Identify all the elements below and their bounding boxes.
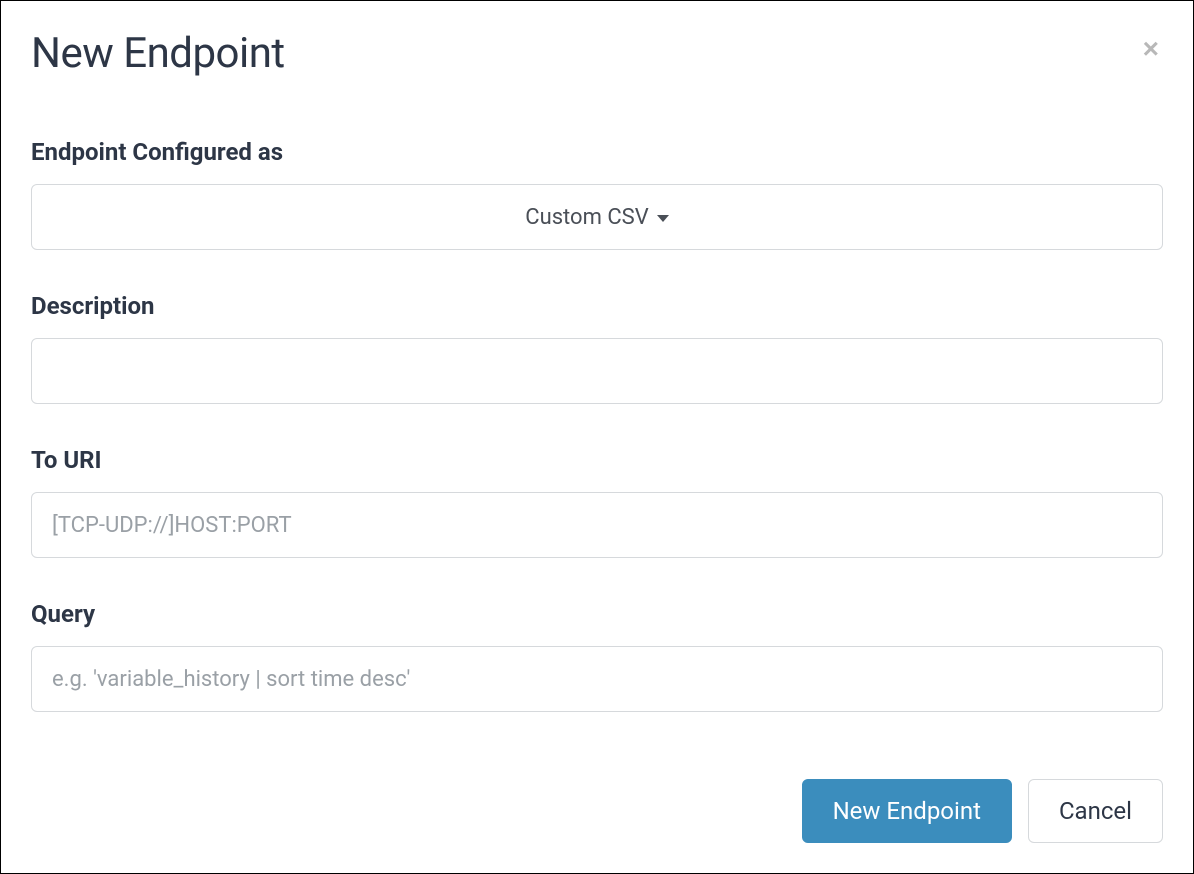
modal-title: New Endpoint [31, 29, 285, 78]
to-uri-group: To URI [31, 446, 1163, 558]
description-label: Description [31, 292, 1163, 320]
close-button[interactable]: × [1139, 35, 1163, 63]
new-endpoint-modal: New Endpoint × Endpoint Configured as Cu… [0, 0, 1194, 874]
modal-header: New Endpoint × [31, 29, 1163, 78]
description-input[interactable] [31, 338, 1163, 404]
new-endpoint-button[interactable]: New Endpoint [802, 779, 1012, 843]
cancel-button[interactable]: Cancel [1028, 779, 1163, 843]
to-uri-label: To URI [31, 446, 1163, 474]
configured-as-label: Endpoint Configured as [31, 138, 1163, 166]
description-group: Description [31, 292, 1163, 404]
query-label: Query [31, 600, 1163, 628]
caret-down-icon [657, 215, 669, 222]
configured-as-dropdown[interactable]: Custom CSV [31, 184, 1163, 250]
modal-footer: New Endpoint Cancel [31, 779, 1163, 843]
query-input[interactable] [31, 646, 1163, 712]
close-icon: × [1143, 33, 1159, 64]
query-group: Query [31, 600, 1163, 712]
to-uri-input[interactable] [31, 492, 1163, 558]
configured-as-selected: Custom CSV [525, 205, 648, 230]
configured-as-group: Endpoint Configured as Custom CSV [31, 138, 1163, 250]
